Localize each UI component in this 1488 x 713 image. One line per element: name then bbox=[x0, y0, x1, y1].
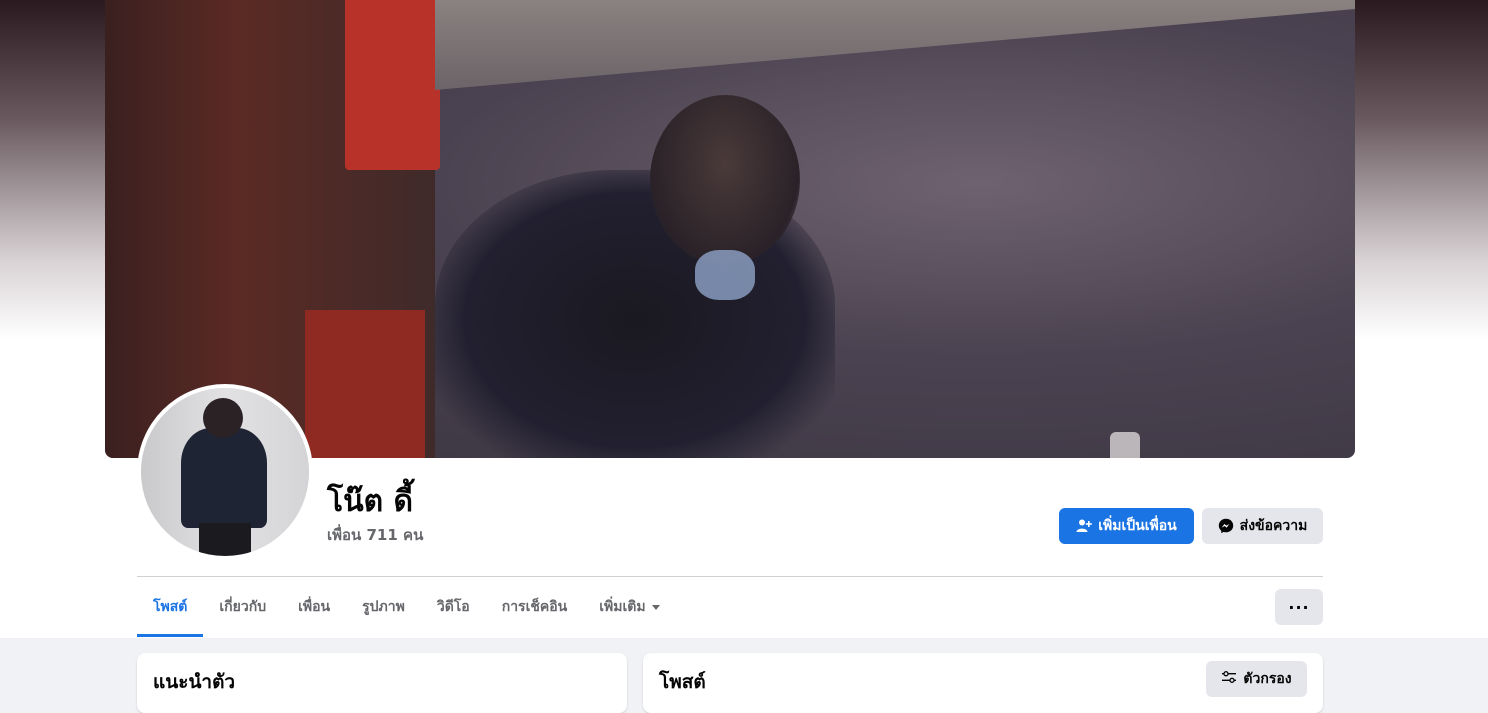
tab-about[interactable]: เกี่ยวกับ bbox=[203, 578, 282, 636]
cover-red-sign bbox=[345, 0, 440, 170]
profile-tabs: โพสต์ เกี่ยวกับ เพื่อน รูปภาพ วิดีโอ การ… bbox=[137, 578, 676, 638]
posts-card: โพสต์ ตัวกรอง bbox=[643, 653, 1323, 713]
message-label: ส่งข้อความ bbox=[1239, 518, 1308, 534]
cover-red-panel bbox=[305, 310, 425, 458]
cover-cup bbox=[1110, 432, 1140, 458]
more-options-button[interactable]: ··· bbox=[1275, 589, 1323, 625]
message-button[interactable]: ส่งข้อความ bbox=[1202, 508, 1323, 544]
filter-label: ตัวกรอง bbox=[1243, 671, 1292, 687]
filter-button[interactable]: ตัวกรอง bbox=[1206, 661, 1307, 697]
messenger-icon bbox=[1218, 518, 1234, 534]
caret-down-icon bbox=[651, 604, 660, 610]
tab-label: เพื่อน bbox=[298, 599, 331, 615]
intro-title: แนะนำตัว bbox=[153, 671, 236, 693]
add-friend-label: เพิ่มเป็นเพื่อน bbox=[1098, 518, 1177, 534]
tab-label: เกี่ยวกับ bbox=[219, 599, 267, 615]
tab-checkins[interactable]: การเช็คอิน bbox=[486, 578, 584, 636]
profile-name: โน๊ต ดี้ bbox=[327, 484, 414, 519]
cover-ceiling bbox=[435, 0, 1355, 90]
avatar-photo bbox=[141, 388, 309, 556]
add-friend-button[interactable]: เพิ่มเป็นเพื่อน bbox=[1059, 508, 1194, 544]
avatar-figure-hoodie bbox=[181, 428, 267, 528]
person-add-icon bbox=[1076, 518, 1093, 534]
tab-videos[interactable]: วิดีโอ bbox=[421, 578, 486, 636]
tab-posts[interactable]: โพสต์ bbox=[137, 578, 204, 637]
sliders-icon bbox=[1221, 669, 1237, 689]
tab-friends[interactable]: เพื่อน bbox=[282, 578, 346, 636]
tab-label: การเช็คอิน bbox=[501, 599, 568, 615]
posts-title: โพสต์ bbox=[659, 671, 706, 693]
profile-avatar[interactable] bbox=[137, 384, 313, 560]
tab-label: วิดีโอ bbox=[436, 599, 470, 615]
friends-count-link[interactable]: เพื่อน 711 คน bbox=[327, 523, 423, 547]
tab-label: โพสต์ bbox=[153, 599, 188, 615]
avatar-figure-pants bbox=[199, 523, 251, 556]
cover-person-mask bbox=[695, 250, 755, 300]
cover-person-head bbox=[650, 95, 800, 265]
tab-photos[interactable]: รูปภาพ bbox=[346, 578, 421, 636]
header-divider bbox=[137, 576, 1323, 577]
tab-label: เพิ่มเติม bbox=[599, 599, 646, 615]
avatar-figure-head bbox=[203, 398, 243, 438]
tab-label: รูปภาพ bbox=[362, 599, 405, 615]
intro-card: แนะนำตัว bbox=[137, 653, 627, 713]
tab-more[interactable]: เพิ่มเติม bbox=[583, 578, 675, 636]
